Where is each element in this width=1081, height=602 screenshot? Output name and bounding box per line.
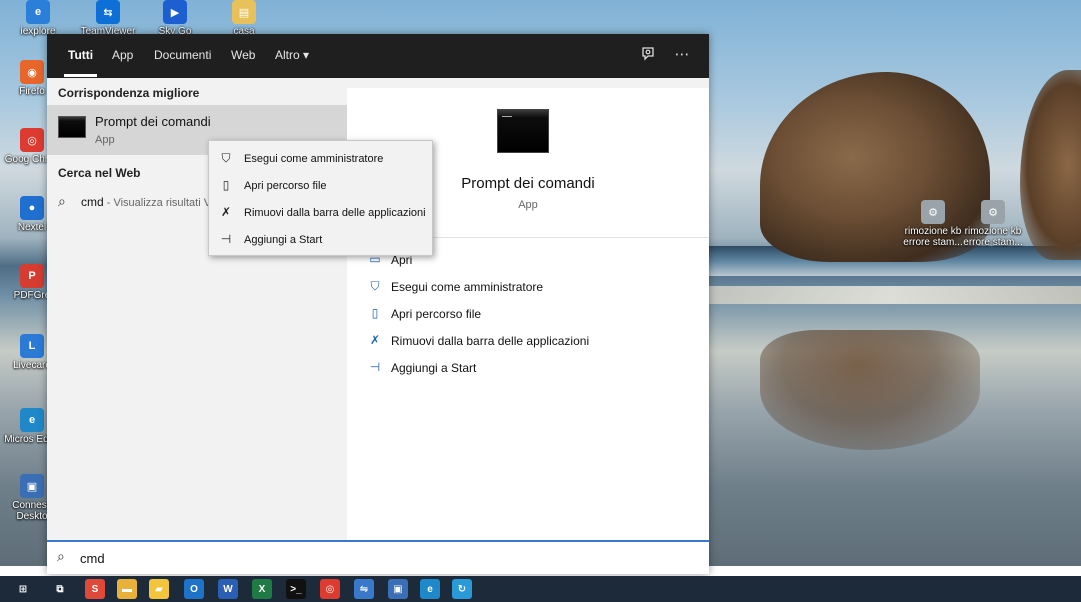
- desktop-icon[interactable]: ▤ casa: [214, 0, 274, 37]
- command-prompt-large-icon: [497, 109, 549, 153]
- taskbar: ⊞ ⧉ S ▬ ▰ O W X >_ ◎ ⇋ ▣ e ↻: [0, 576, 1081, 602]
- sky-go-icon: ▶: [163, 0, 187, 24]
- context-menu-label: Aggiungi a Start: [244, 234, 323, 246]
- best-match-subtitle: App: [95, 134, 115, 146]
- command-prompt-icon[interactable]: >_: [286, 579, 306, 599]
- wallpaper-beach: [700, 286, 1081, 304]
- context-menu-label: Apri percorso file: [244, 180, 327, 192]
- search-box[interactable]: ⌕ cmd: [47, 540, 709, 574]
- edge-icon[interactable]: e: [420, 579, 440, 599]
- script-icon: ⚙: [921, 200, 945, 224]
- shield-icon: ⛉: [370, 279, 380, 293]
- action-label: Esegui come amministratore: [391, 280, 544, 294]
- teamviewer-icon: ⇆: [96, 0, 120, 24]
- livecare-icon: L: [20, 334, 44, 358]
- outlook-icon[interactable]: O: [184, 579, 204, 599]
- remote-desktop-icon[interactable]: ▣: [388, 579, 408, 599]
- wallpaper-rock-reflection: [760, 330, 980, 450]
- search-filter-bar: Tutti App Documenti Web Altro ▾ ⋯: [47, 34, 709, 78]
- context-menu-label: Esegui come amministratore: [244, 153, 384, 165]
- tab-tutti[interactable]: Tutti: [63, 48, 98, 77]
- sticky-notes-icon[interactable]: ▰: [149, 579, 169, 599]
- web-search-header: Cerca nel Web: [58, 166, 141, 180]
- context-menu-label: Rimuovi dalla barra delle applicazioni: [244, 207, 426, 219]
- best-match-header: Corrispondenza migliore: [58, 86, 200, 100]
- wallpaper-rock-right: [1020, 70, 1081, 260]
- app-icon: ●: [20, 196, 44, 220]
- search-input[interactable]: cmd: [80, 551, 105, 566]
- ctx-pin-to-start[interactable]: ⊣ Aggiungi a Start: [209, 226, 432, 253]
- web-query: cmd: [81, 195, 104, 209]
- ctx-run-as-admin[interactable]: ⛉ Esegui come amministratore: [209, 145, 432, 172]
- script-icon: ⚙: [981, 200, 1005, 224]
- tab-web[interactable]: Web: [231, 48, 255, 62]
- folder-location-icon: ▯: [371, 306, 379, 320]
- excel-icon[interactable]: X: [252, 579, 272, 599]
- sync-icon[interactable]: ↻: [452, 579, 472, 599]
- more-options-icon[interactable]: ⋯: [671, 44, 693, 66]
- ctx-open-file-location[interactable]: ▯ Apri percorso file: [209, 172, 432, 199]
- action-label: Aggiungi a Start: [391, 361, 477, 375]
- desktop-icon[interactable]: ⚙ rimozione kb errore stam...: [960, 200, 1026, 248]
- desktop-icon[interactable]: e iexplore: [8, 0, 68, 37]
- livecare-icon[interactable]: S: [85, 579, 105, 599]
- desktop-icon-label: rimozione kb errore stam...: [903, 226, 963, 248]
- edge-icon: e: [20, 408, 44, 432]
- desktop-icon[interactable]: ▶ Sky Go: [145, 0, 205, 37]
- windows-start-icon[interactable]: ⊞: [13, 579, 33, 599]
- start-menu: Tutti App Documenti Web Altro ▾ ⋯ Corris…: [47, 34, 709, 574]
- unpin-icon: ✗: [369, 333, 381, 347]
- pdf-icon: P: [20, 264, 44, 288]
- file-explorer-icon[interactable]: ▬: [117, 579, 137, 599]
- task-view-icon[interactable]: ⧉: [50, 579, 70, 599]
- desktop-icon[interactable]: ⇆ TeamViewer: [78, 0, 138, 37]
- chrome-icon[interactable]: ◎: [320, 579, 340, 599]
- tab-documenti[interactable]: Documenti: [154, 48, 211, 62]
- tab-app[interactable]: App: [112, 48, 133, 62]
- feedback-icon[interactable]: [637, 44, 659, 66]
- tab-altro-dropdown[interactable]: Altro ▾: [275, 48, 309, 62]
- unpin-icon: ✗: [220, 205, 232, 219]
- chrome-icon: ◎: [20, 128, 44, 152]
- pin-icon: ⊣: [369, 360, 381, 374]
- folder-location-icon: ▯: [222, 178, 230, 192]
- best-match-title: Prompt dei comandi: [95, 114, 211, 129]
- shield-icon: ⛉: [221, 151, 231, 165]
- word-icon[interactable]: W: [218, 579, 238, 599]
- network-tool-icon[interactable]: ⇋: [354, 579, 374, 599]
- firefox-icon: ◉: [20, 60, 44, 84]
- desktop-icon[interactable]: ⚙ rimozione kb errore stam...: [900, 200, 966, 248]
- pin-icon: ⊣: [220, 232, 232, 246]
- remote-desktop-icon: ▣: [20, 474, 44, 498]
- context-menu: ⛉ Esegui come amministratore ▯ Apri percors…: [208, 140, 433, 256]
- folder-icon: ▤: [232, 0, 256, 24]
- web-query-description: - Visualizza risultati V: [103, 197, 212, 209]
- command-prompt-icon: [58, 116, 86, 138]
- internet-explorer-icon: e: [26, 0, 50, 24]
- desktop-icon-label: rimozione kb errore stam...: [963, 226, 1023, 248]
- action-label: Rimuovi dalla barra delle applicazioni: [391, 334, 590, 348]
- ctx-unpin-taskbar[interactable]: ✗ Rimuovi dalla barra delle applicazioni: [209, 199, 432, 226]
- search-icon: ⌕: [57, 548, 65, 564]
- search-icon: ⌕: [58, 193, 66, 209]
- action-label: Apri percorso file: [391, 307, 482, 321]
